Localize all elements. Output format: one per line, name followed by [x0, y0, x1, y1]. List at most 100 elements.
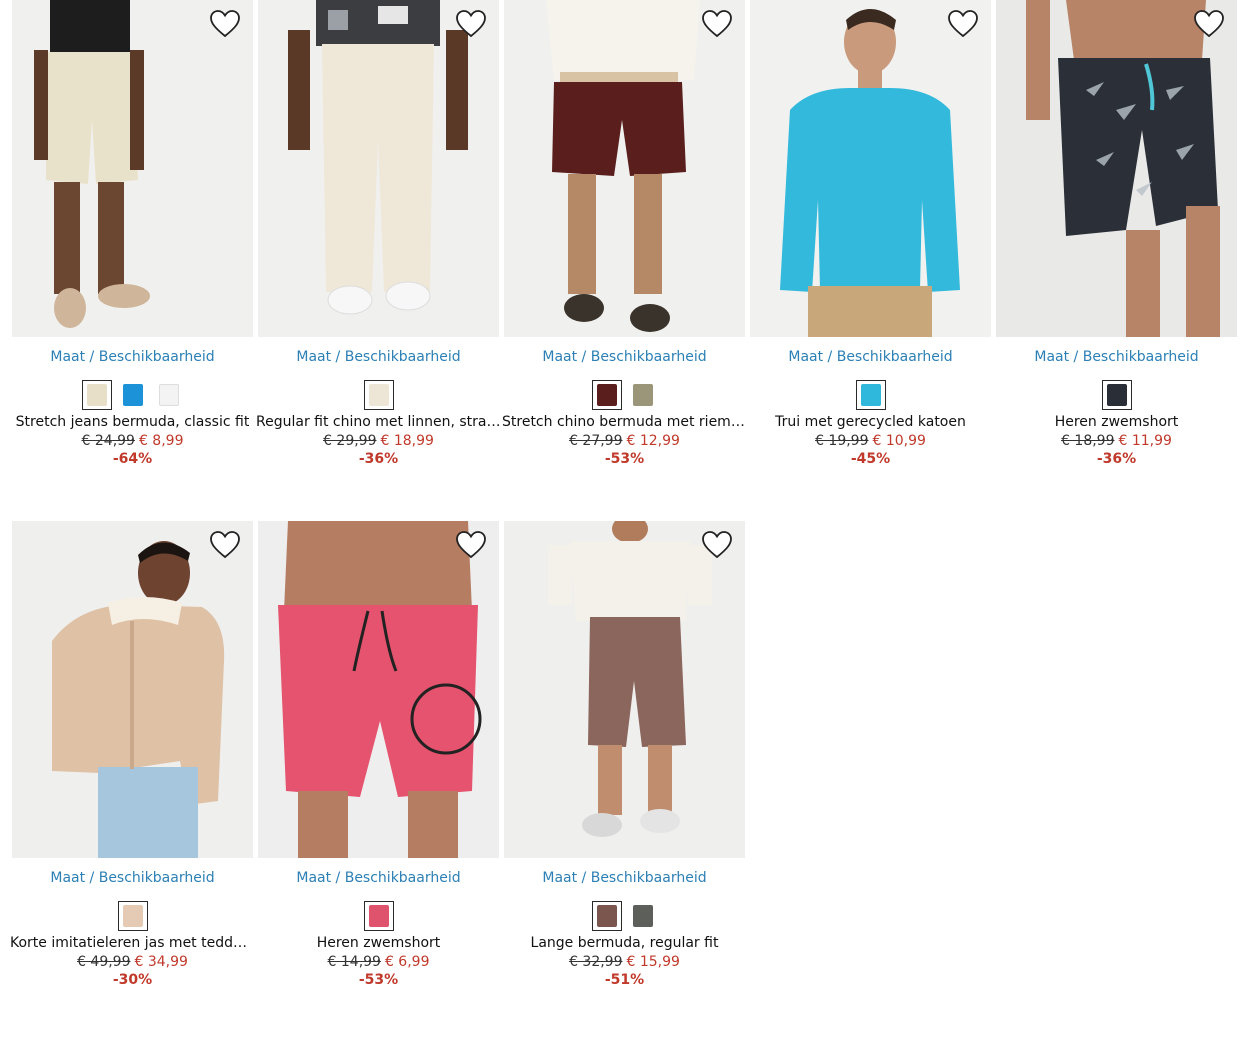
product-card[interactable]: Maat / Beschikbaarheid Lange bermuda, re…	[504, 521, 745, 988]
color-swatch[interactable]	[591, 380, 622, 410]
product-card[interactable]: Maat / Beschikbaarheid Korte imitatieler…	[10, 521, 255, 988]
product-card[interactable]: Maat / Beschikbaarheid Heren zwemshort €…	[258, 521, 499, 988]
color-swatch[interactable]	[81, 380, 112, 410]
product-image[interactable]	[996, 0, 1237, 337]
discount-badge: -36%	[1096, 451, 1137, 467]
size-link[interactable]: Maat	[296, 870, 331, 886]
separator: /	[335, 349, 341, 365]
heart-icon[interactable]	[455, 9, 487, 39]
color-swatches	[750, 380, 991, 410]
product-card[interactable]: Maat / Beschikbaarheid Stretch jeans ber…	[12, 0, 253, 467]
color-swatches	[504, 901, 745, 931]
product-image[interactable]	[12, 521, 253, 858]
size-link[interactable]: Maat	[1034, 349, 1069, 365]
color-swatch[interactable]	[627, 901, 658, 931]
discount-badge: -53%	[604, 451, 645, 467]
sale-price: € 6,99	[384, 954, 430, 970]
product-name[interactable]: Heren zwemshort	[256, 935, 501, 951]
size-availability-links: Maat / Beschikbaarheid	[996, 349, 1237, 367]
availability-link[interactable]: Beschikbaarheid	[837, 349, 953, 365]
price-line: € 32,99 € 15,99	[504, 954, 745, 970]
size-availability-links: Maat / Beschikbaarheid	[258, 870, 499, 888]
color-swatch[interactable]	[117, 380, 148, 410]
swatch-fill	[122, 905, 143, 927]
old-price: € 18,99	[1061, 433, 1115, 449]
size-link[interactable]: Maat	[50, 870, 85, 886]
product-card[interactable]: Maat / Beschikbaarheid Stretch chino ber…	[502, 0, 747, 467]
size-link[interactable]: Maat	[788, 349, 823, 365]
product-name[interactable]: Stretch jeans bermuda, classic fit	[10, 414, 255, 430]
availability-link[interactable]: Beschikbaarheid	[99, 870, 215, 886]
sale-price: € 8,99	[138, 433, 184, 449]
old-price: € 27,99	[569, 433, 623, 449]
swatch-fill	[86, 384, 107, 406]
price-line: € 24,99 € 8,99	[12, 433, 253, 449]
product-image[interactable]	[12, 0, 253, 337]
heart-icon[interactable]	[947, 9, 979, 39]
color-swatch[interactable]	[627, 380, 658, 410]
size-link[interactable]: Maat	[542, 870, 577, 886]
swatch-fill	[1106, 384, 1127, 406]
color-swatch[interactable]	[855, 380, 886, 410]
product-name[interactable]: Korte imitatieleren jas met teddy voerin…	[10, 935, 255, 951]
size-availability-links: Maat / Beschikbaarheid	[12, 349, 253, 367]
availability-link[interactable]: Beschikbaarheid	[591, 349, 707, 365]
size-link[interactable]: Maat	[542, 349, 577, 365]
price-line: € 14,99 € 6,99	[258, 954, 499, 970]
swatch-fill	[368, 905, 389, 927]
availability-link[interactable]: Beschikbaarheid	[99, 349, 215, 365]
product-name[interactable]: Trui met gerecycled katoen	[748, 414, 993, 430]
price-line: € 27,99 € 12,99	[504, 433, 745, 449]
price-line: € 18,99 € 11,99	[996, 433, 1237, 449]
color-swatch[interactable]	[153, 380, 184, 410]
heart-icon[interactable]	[209, 530, 241, 560]
product-photo-pink-swim-short	[258, 521, 499, 858]
sale-price: € 11,99	[1118, 433, 1172, 449]
color-swatch[interactable]	[363, 380, 394, 410]
product-photo-cargo-bermuda	[504, 521, 745, 858]
discount-badge: -64%	[112, 451, 153, 467]
product-card[interactable]: Maat / Beschikbaarheid Heren zwemshort €…	[996, 0, 1237, 467]
heart-icon[interactable]	[455, 530, 487, 560]
color-swatch[interactable]	[591, 901, 622, 931]
size-link[interactable]: Maat	[50, 349, 85, 365]
product-image[interactable]	[504, 521, 745, 858]
availability-link[interactable]: Beschikbaarheid	[591, 870, 707, 886]
discount-badge: -53%	[358, 972, 399, 988]
color-swatch[interactable]	[117, 901, 148, 931]
product-photo-linen-chino	[258, 0, 499, 337]
product-name[interactable]: Regular fit chino met linnen, straight	[256, 414, 501, 430]
sale-price: € 34,99	[134, 954, 188, 970]
color-swatch[interactable]	[363, 901, 394, 931]
product-image[interactable]	[750, 0, 991, 337]
discount-badge: -45%	[850, 451, 891, 467]
color-swatch[interactable]	[1101, 380, 1132, 410]
product-name[interactable]: Stretch chino bermuda met riem, regular …	[502, 414, 747, 430]
heart-icon[interactable]	[701, 9, 733, 39]
product-name[interactable]: Heren zwemshort	[994, 414, 1239, 430]
availability-link[interactable]: Beschikbaarheid	[345, 349, 461, 365]
old-price: € 29,99	[323, 433, 377, 449]
product-name[interactable]: Lange bermuda, regular fit	[502, 935, 747, 951]
product-card[interactable]: Maat / Beschikbaarheid Trui met gerecycl…	[750, 0, 991, 467]
availability-link[interactable]: Beschikbaarheid	[1083, 349, 1199, 365]
sale-price: € 15,99	[626, 954, 680, 970]
product-image[interactable]	[258, 521, 499, 858]
size-availability-links: Maat / Beschikbaarheid	[12, 870, 253, 888]
swatch-fill	[368, 384, 389, 406]
availability-link[interactable]: Beschikbaarheid	[345, 870, 461, 886]
product-image[interactable]	[504, 0, 745, 337]
size-link[interactable]: Maat	[296, 349, 331, 365]
swatch-fill	[596, 384, 617, 406]
sale-price: € 18,99	[380, 433, 434, 449]
swatch-fill	[860, 384, 881, 406]
color-swatches	[12, 901, 253, 931]
heart-icon[interactable]	[1193, 9, 1225, 39]
size-availability-links: Maat / Beschikbaarheid	[750, 349, 991, 367]
heart-icon[interactable]	[209, 9, 241, 39]
heart-icon[interactable]	[701, 530, 733, 560]
product-image[interactable]	[258, 0, 499, 337]
product-card[interactable]: Maat / Beschikbaarheid Regular fit chino…	[256, 0, 501, 467]
old-price: € 32,99	[569, 954, 623, 970]
price-line: € 49,99 € 34,99	[12, 954, 253, 970]
